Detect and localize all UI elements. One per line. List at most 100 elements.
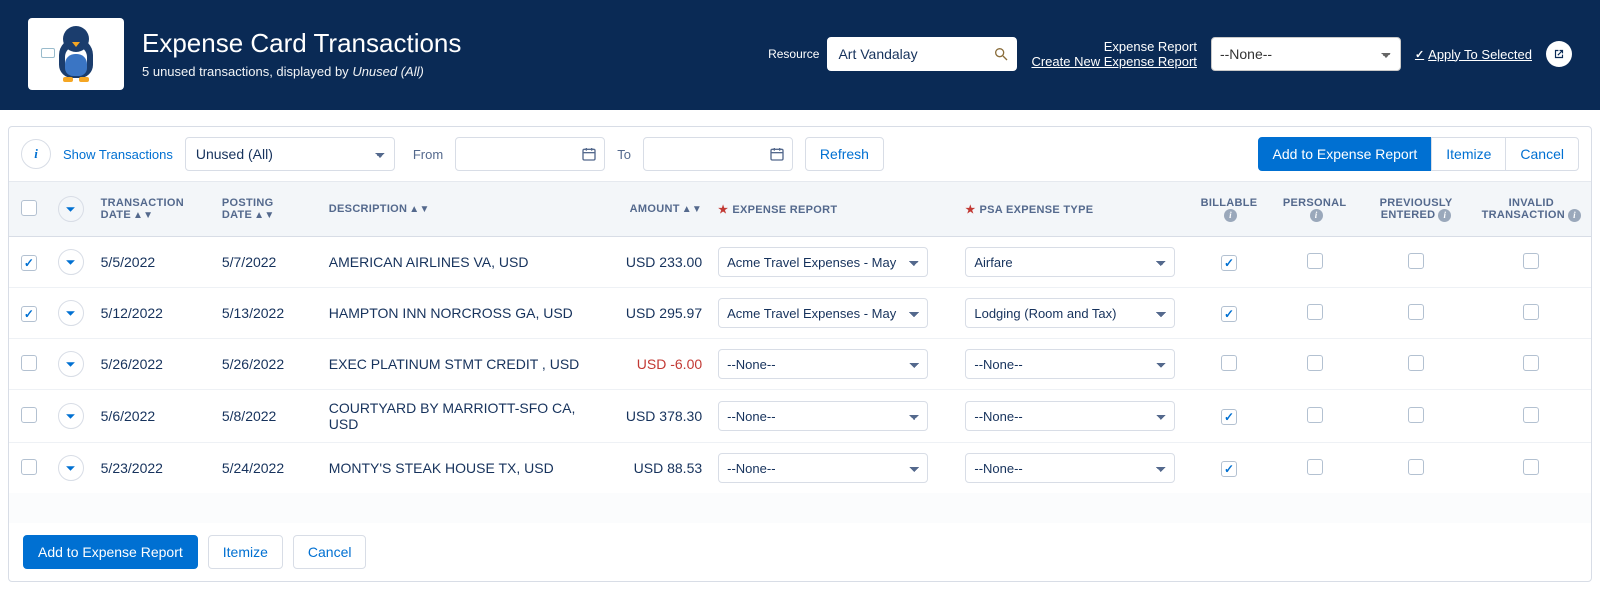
- table-row: 5/12/20225/13/2022HAMPTON INN NORCROSS G…: [9, 288, 1591, 339]
- billable-checkbox[interactable]: [1221, 306, 1237, 322]
- col-description[interactable]: DESCRIPTION▲▼: [321, 182, 615, 237]
- row-checkbox[interactable]: [21, 459, 37, 475]
- personal-checkbox[interactable]: [1307, 253, 1323, 269]
- billable-checkbox[interactable]: [1221, 355, 1237, 371]
- col-personal[interactable]: PERSONALi: [1269, 182, 1361, 237]
- page-header: Expense Card Transactions 5 unused trans…: [0, 0, 1600, 110]
- col-billable[interactable]: BILLABLEi: [1189, 182, 1269, 237]
- invalid-transaction-checkbox[interactable]: [1523, 304, 1539, 320]
- row-checkbox[interactable]: [21, 407, 37, 423]
- add-to-report-button-bottom[interactable]: Add to Expense Report: [23, 535, 198, 569]
- previously-entered-checkbox[interactable]: [1408, 459, 1424, 475]
- itemize-button-top[interactable]: Itemize: [1431, 137, 1506, 171]
- popout-icon[interactable]: [1546, 41, 1572, 67]
- transactions-table: TRANSACTION DATE▲▼ POSTING DATE▲▼ DESCRI…: [9, 182, 1591, 493]
- cancel-button-bottom[interactable]: Cancel: [293, 535, 367, 569]
- personal-checkbox[interactable]: [1307, 459, 1323, 475]
- col-expense-report[interactable]: ★EXPENSE REPORT: [710, 182, 957, 237]
- cell-posting-date: 5/7/2022: [214, 237, 321, 288]
- invalid-transaction-checkbox[interactable]: [1523, 407, 1539, 423]
- calendar-icon[interactable]: [581, 146, 597, 162]
- psa-expense-type-select-row[interactable]: Airfare: [965, 247, 1175, 277]
- expense-report-select-row[interactable]: --None--: [718, 453, 928, 483]
- invalid-transaction-checkbox[interactable]: [1523, 355, 1539, 371]
- psa-expense-type-select-row[interactable]: --None--: [965, 401, 1175, 431]
- cell-posting-date: 5/26/2022: [214, 339, 321, 390]
- cell-transaction-date: 5/12/2022: [93, 288, 214, 339]
- invalid-transaction-checkbox[interactable]: [1523, 459, 1539, 475]
- create-expense-report-link[interactable]: Create New Expense Report: [1031, 54, 1196, 69]
- footer-actions: Add to Expense Report Itemize Cancel: [9, 523, 1591, 581]
- expense-report-select-row[interactable]: Acme Travel Expenses - May: [718, 298, 928, 328]
- calendar-icon[interactable]: [769, 146, 785, 162]
- row-expand-toggle[interactable]: [58, 455, 84, 481]
- row-expand-toggle[interactable]: [58, 351, 84, 377]
- col-transaction-date[interactable]: TRANSACTION DATE▲▼: [93, 182, 214, 237]
- select-all-checkbox[interactable]: [21, 200, 37, 216]
- add-to-report-button-top[interactable]: Add to Expense Report: [1258, 137, 1433, 171]
- row-expand-toggle[interactable]: [58, 300, 84, 326]
- cancel-button-top[interactable]: Cancel: [1505, 137, 1579, 171]
- expense-report-labels: Expense Report Create New Expense Report: [1031, 39, 1196, 69]
- apply-to-selected-link[interactable]: Apply To Selected: [1415, 47, 1532, 62]
- expense-report-select-row[interactable]: --None--: [718, 401, 928, 431]
- info-icon[interactable]: i: [21, 139, 51, 169]
- resource-field: Resource: [768, 37, 1017, 71]
- cell-amount: USD 378.30: [614, 390, 710, 443]
- cell-posting-date: 5/8/2022: [214, 390, 321, 443]
- psa-expense-type-select-row[interactable]: Lodging (Room and Tax): [965, 298, 1175, 328]
- cell-transaction-date: 5/5/2022: [93, 237, 214, 288]
- personal-checkbox[interactable]: [1307, 304, 1323, 320]
- col-posting-date[interactable]: POSTING DATE▲▼: [214, 182, 321, 237]
- col-previously-entered[interactable]: PREVIOUSLY ENTEREDi: [1360, 182, 1471, 237]
- billable-checkbox[interactable]: [1221, 255, 1237, 271]
- col-amount[interactable]: AMOUNT▲▼: [614, 182, 710, 237]
- cell-posting-date: 5/24/2022: [214, 443, 321, 494]
- expense-report-label: Expense Report: [1031, 39, 1196, 54]
- previously-entered-checkbox[interactable]: [1408, 304, 1424, 320]
- table-header: TRANSACTION DATE▲▼ POSTING DATE▲▼ DESCRI…: [9, 182, 1591, 237]
- psa-expense-type-select-row[interactable]: --None--: [965, 349, 1175, 379]
- row-checkbox[interactable]: [21, 355, 37, 371]
- billable-checkbox[interactable]: [1221, 409, 1237, 425]
- itemize-button-bottom[interactable]: Itemize: [208, 535, 283, 569]
- expense-report-select-row[interactable]: Acme Travel Expenses - May: [718, 247, 928, 277]
- col-invalid-transaction[interactable]: INVALID TRANSACTIONi: [1472, 182, 1591, 237]
- previously-entered-checkbox[interactable]: [1408, 355, 1424, 371]
- toolbar: i Show Transactions Unused (All) From To…: [9, 127, 1591, 182]
- cell-transaction-date: 5/23/2022: [93, 443, 214, 494]
- page-title: Expense Card Transactions: [142, 29, 461, 58]
- resource-input[interactable]: [827, 37, 1017, 71]
- personal-checkbox[interactable]: [1307, 407, 1323, 423]
- cell-description: AMERICAN AIRLINES VA, USD: [321, 237, 615, 288]
- psa-expense-type-select-row[interactable]: --None--: [965, 453, 1175, 483]
- billable-checkbox[interactable]: [1221, 461, 1237, 477]
- table-row: 5/6/20225/8/2022COURTYARD BY MARRIOTT-SF…: [9, 390, 1591, 443]
- previously-entered-checkbox[interactable]: [1408, 407, 1424, 423]
- row-checkbox[interactable]: [21, 306, 37, 322]
- transactions-panel: i Show Transactions Unused (All) From To…: [8, 126, 1592, 582]
- expand-all-toggle[interactable]: [58, 196, 84, 222]
- resource-label: Resource: [768, 47, 819, 61]
- cell-description: HAMPTON INN NORCROSS GA, USD: [321, 288, 615, 339]
- expense-report-select[interactable]: --None--: [1211, 37, 1401, 71]
- personal-checkbox[interactable]: [1307, 355, 1323, 371]
- refresh-button[interactable]: Refresh: [805, 137, 884, 171]
- cell-amount: USD 88.53: [614, 443, 710, 494]
- show-transactions-select[interactable]: Unused (All): [185, 137, 395, 171]
- table-row: 5/26/20225/26/2022EXEC PLATINUM STMT CRE…: [9, 339, 1591, 390]
- row-expand-toggle[interactable]: [58, 249, 84, 275]
- row-checkbox[interactable]: [21, 255, 37, 271]
- expense-report-select-row[interactable]: --None--: [718, 349, 928, 379]
- invalid-transaction-checkbox[interactable]: [1523, 253, 1539, 269]
- table-row: 5/5/20225/7/2022AMERICAN AIRLINES VA, US…: [9, 237, 1591, 288]
- page-subtitle: 5 unused transactions, displayed by Unus…: [142, 64, 461, 79]
- show-transactions-label: Show Transactions: [63, 147, 173, 162]
- row-expand-toggle[interactable]: [58, 403, 84, 429]
- cell-description: MONTY'S STEAK HOUSE TX, USD: [321, 443, 615, 494]
- col-psa-expense-type[interactable]: ★PSA EXPENSE TYPE: [957, 182, 1189, 237]
- cell-posting-date: 5/13/2022: [214, 288, 321, 339]
- search-icon[interactable]: [993, 46, 1009, 62]
- penguin-icon: [53, 26, 99, 82]
- previously-entered-checkbox[interactable]: [1408, 253, 1424, 269]
